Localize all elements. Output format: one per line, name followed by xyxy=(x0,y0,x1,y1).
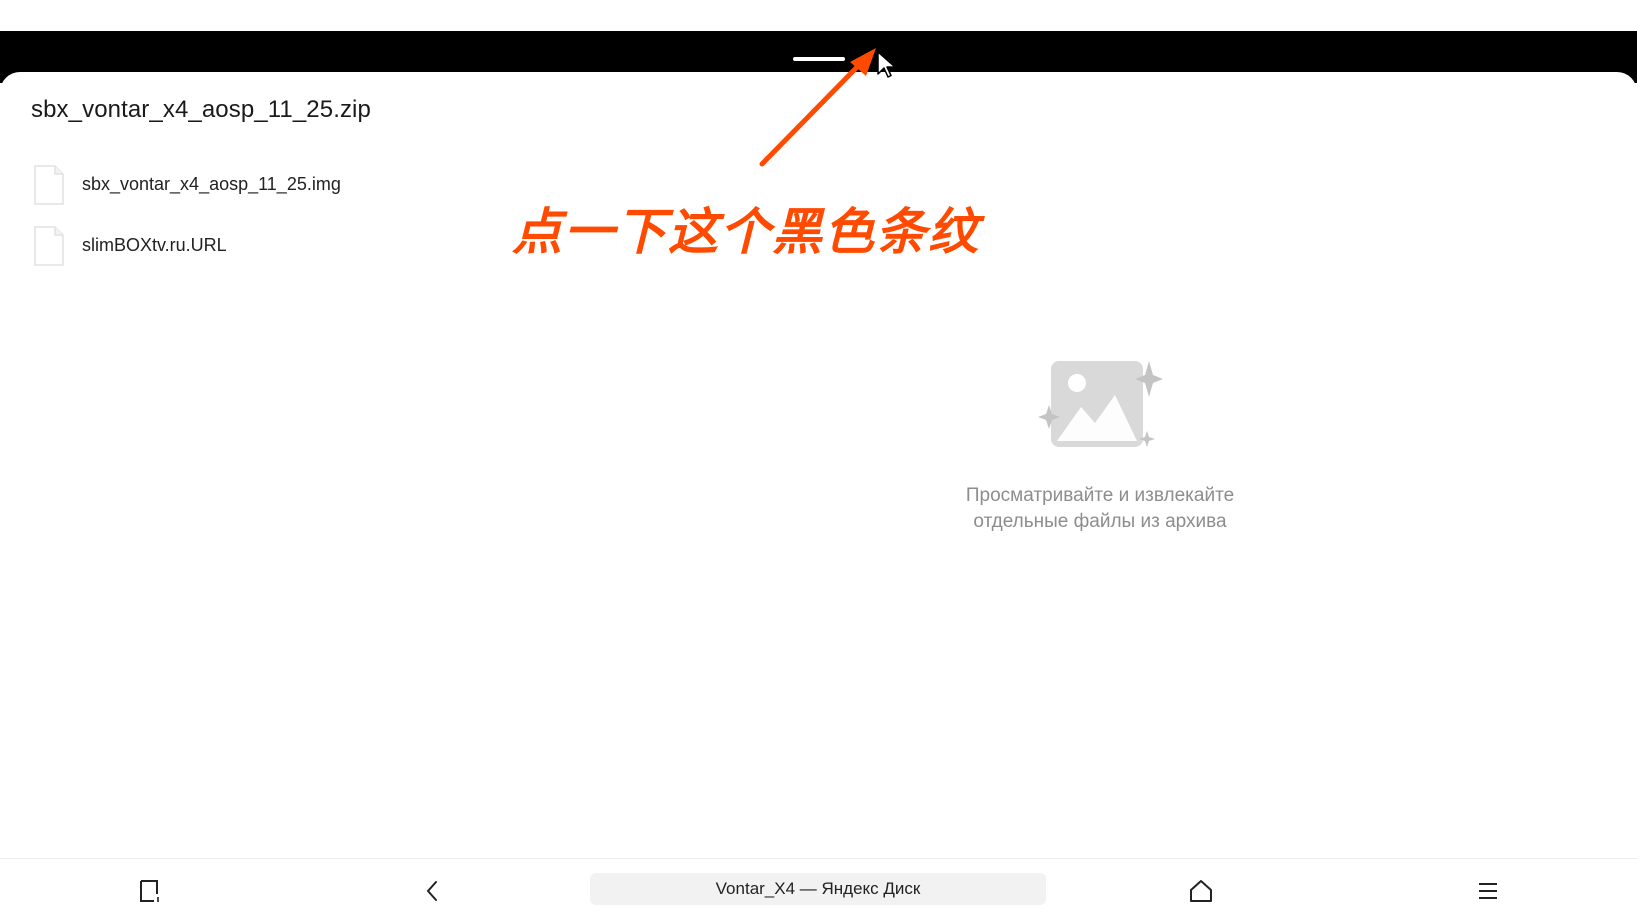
drag-handle[interactable] xyxy=(793,57,845,61)
file-icon xyxy=(34,165,64,205)
empty-state: Просматривайте и извлекайте отдельные фа… xyxy=(900,355,1300,535)
empty-state-line-2: отдельные файлы из архива xyxy=(973,511,1227,532)
file-name: slimBOXtv.ru.URL xyxy=(82,235,227,255)
browser-bottom-bar: Vontar_X4 — Яндекс Диск xyxy=(0,858,1637,921)
archive-title: sbx_vontar_x4_aosp_11_25.zip xyxy=(31,96,371,123)
empty-state-line-1: Просматривайте и извлекайте xyxy=(965,485,1235,506)
menu-button[interactable] xyxy=(1468,871,1508,911)
home-button[interactable] xyxy=(1181,871,1221,911)
tabs-icon xyxy=(140,880,159,902)
back-button[interactable] xyxy=(413,871,453,911)
home-icon xyxy=(1190,880,1212,902)
file-item-url[interactable]: slimBOXtv.ru.URL xyxy=(34,221,454,267)
file-name: sbx_vontar_x4_aosp_11_25.img xyxy=(82,174,341,194)
empty-state-text: Просматривайте и извлекайте отдельные фа… xyxy=(900,483,1300,535)
annotation-text: 点一下这个黑色条纹 xyxy=(512,202,980,261)
screen: sbx_vontar_x4_aosp_11_25.zip sbx_vontar_… xyxy=(0,0,1637,921)
image-sparkle-icon xyxy=(1038,361,1163,447)
address-bar[interactable]: Vontar_X4 — Яндекс Диск xyxy=(590,873,1046,905)
file-item-img[interactable]: sbx_vontar_x4_aosp_11_25.img xyxy=(34,160,454,206)
back-chevron-icon xyxy=(427,881,437,901)
tabs-button[interactable] xyxy=(130,871,170,911)
file-icon xyxy=(34,226,64,266)
status-strip xyxy=(0,0,1637,31)
mouse-cursor-icon xyxy=(877,51,896,78)
menu-icon xyxy=(1479,883,1497,899)
